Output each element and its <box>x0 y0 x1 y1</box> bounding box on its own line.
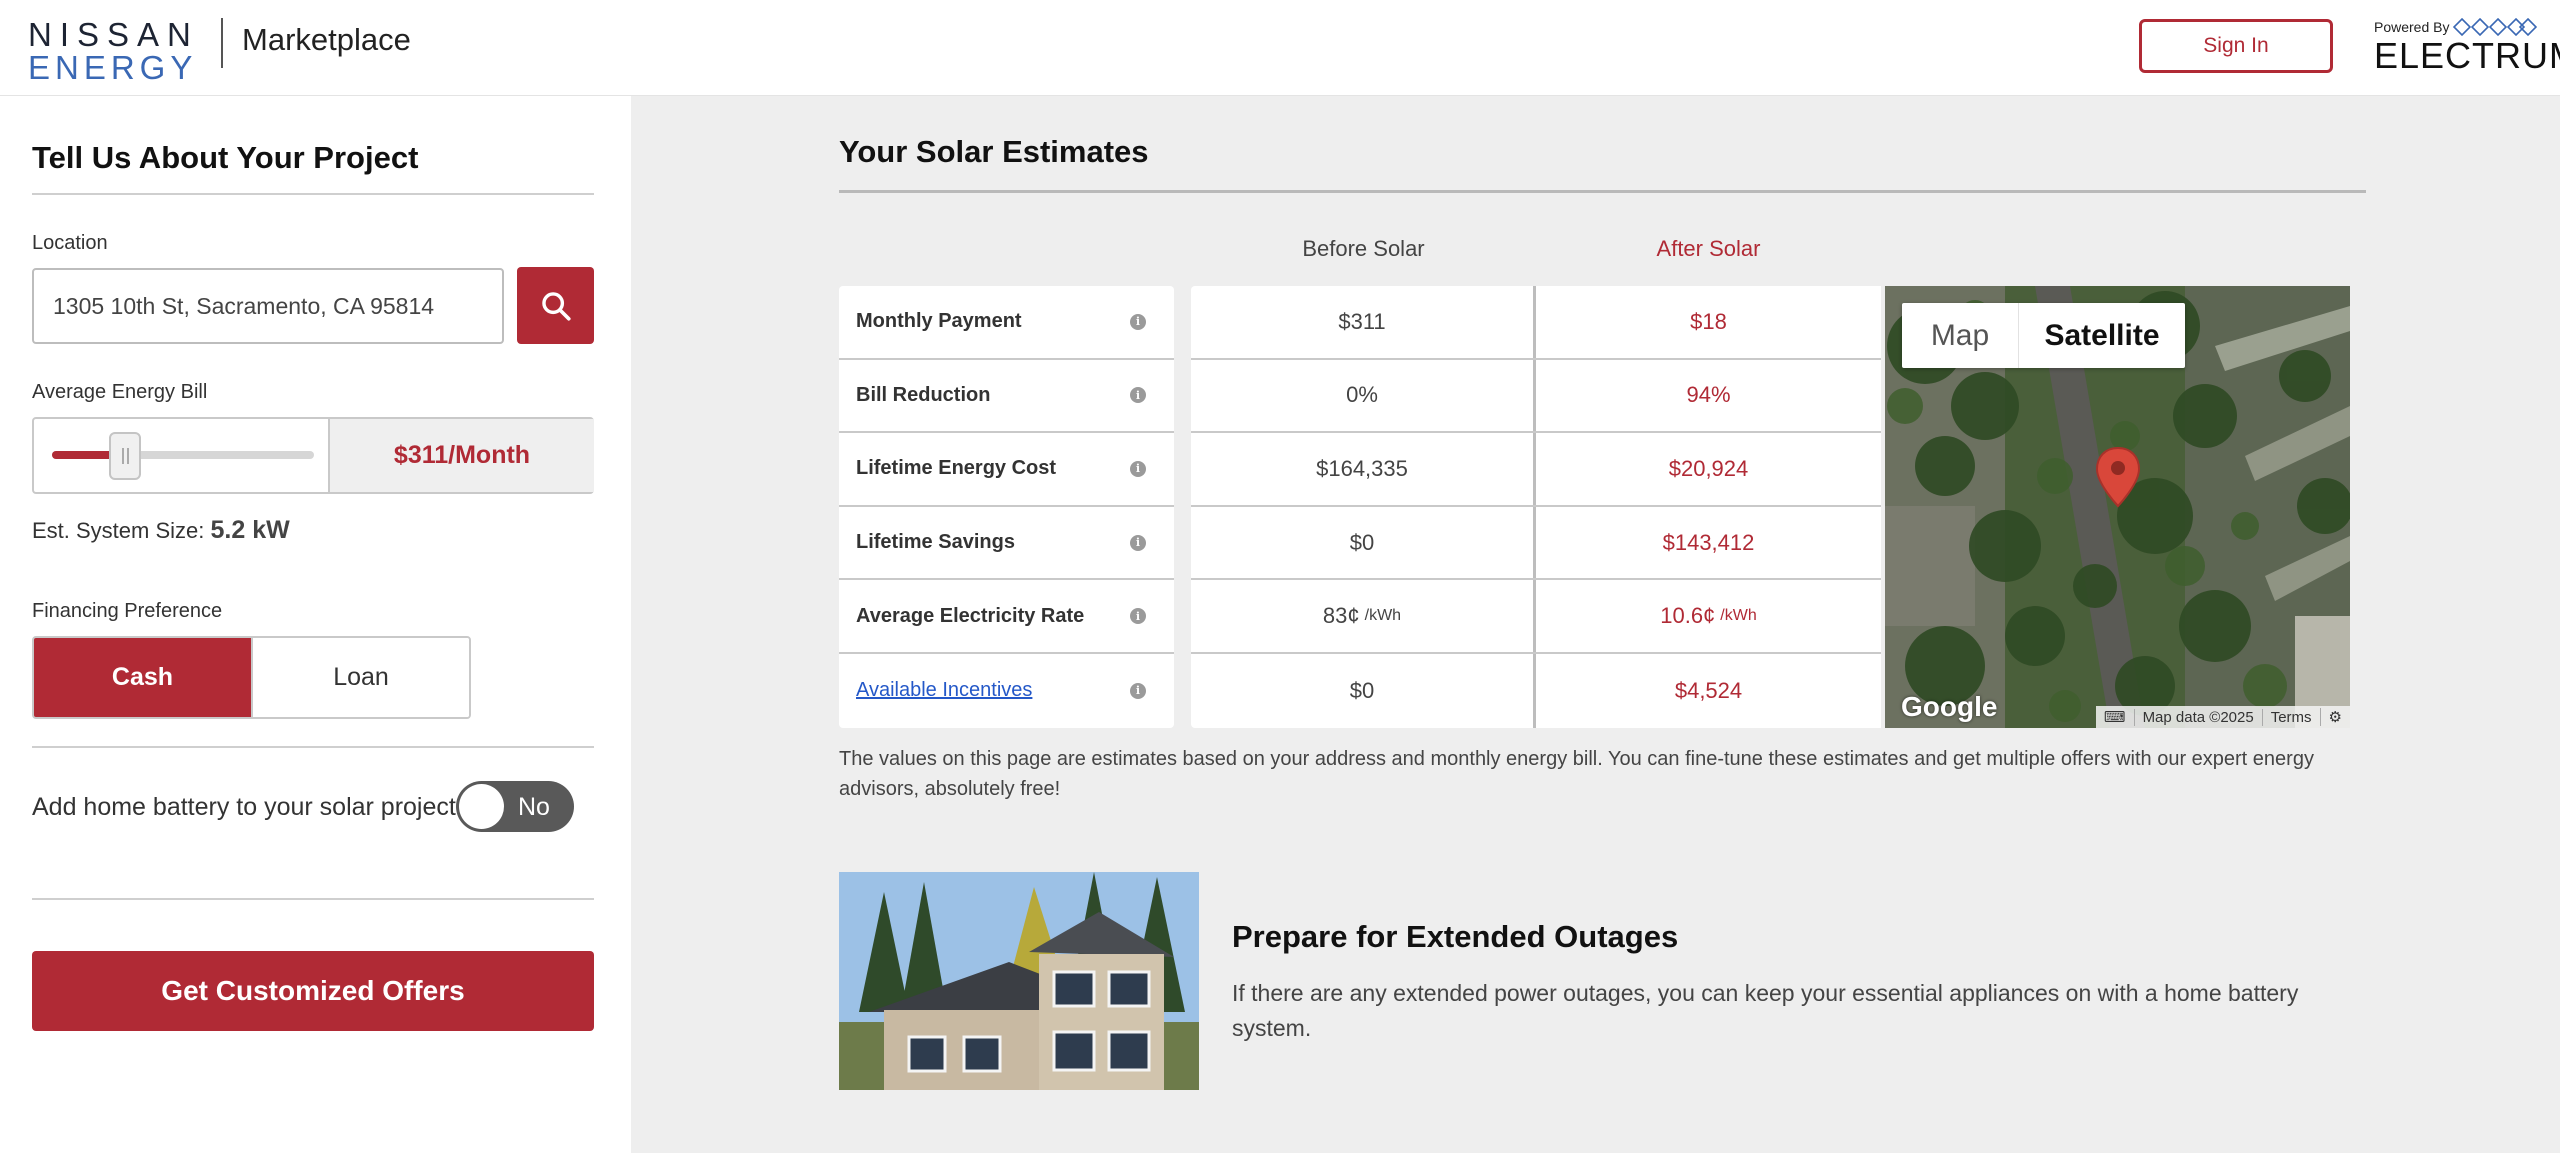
top-header: NISSAN ENERGY Marketplace Sign In Powere… <box>0 0 2560 96</box>
map-type-satellite-button[interactable]: Satellite <box>2019 303 2185 368</box>
available-incentives-link[interactable]: Available Incentives <box>856 679 1032 702</box>
battery-divider <box>32 898 594 900</box>
search-button[interactable] <box>517 267 594 344</box>
financing-toggle-group: Cash Loan <box>32 636 471 719</box>
after-electricity-rate: 10.6¢/kWh <box>1660 603 1757 629</box>
row-label-lifetime-savings: Lifetime Savings i <box>839 507 1174 581</box>
energy-bill-slider-box: $311/Month <box>32 417 594 494</box>
before-bill-reduction: 0% <box>1191 359 1536 432</box>
row-label-available-incentives: Available Incentives i <box>839 654 1174 728</box>
info-icon[interactable]: i <box>1130 682 1146 699</box>
energy-bill-slider-track[interactable] <box>52 432 314 480</box>
before-lifetime-savings: $0 <box>1191 506 1536 579</box>
title-divider <box>32 193 594 195</box>
before-lifetime-energy-cost: $164,335 <box>1191 433 1536 505</box>
search-icon <box>541 291 571 321</box>
logo-divider <box>221 18 223 68</box>
electrum-logo-text: ELECTRUM <box>2374 35 2560 76</box>
before-monthly-payment: $311 <box>1191 286 1536 358</box>
battery-toggle-label: No <box>518 793 550 821</box>
system-size: Est. System Size: 5.2 kW <box>32 516 290 545</box>
map-type-control: Map Satellite <box>1902 303 2185 368</box>
table-row: 83¢/kWh 10.6¢/kWh <box>1191 580 1881 654</box>
report-error-icon[interactable]: ⚙ <box>2319 708 2350 726</box>
map-terms-link[interactable]: Terms <box>2261 708 2320 726</box>
after-lifetime-energy-cost: $20,924 <box>1668 455 1749 481</box>
info-icon[interactable]: i <box>1130 460 1146 477</box>
get-customized-offers-button[interactable]: Get Customized Offers <box>32 951 594 1031</box>
map-pin-icon[interactable] <box>2095 446 2141 508</box>
before-solar-header: Before Solar <box>1302 236 1425 261</box>
table-row: $0 $143,412 <box>1191 506 1881 581</box>
energy-bill-label: Average Energy Bill <box>32 381 208 403</box>
logo-energy-text: ENERGY <box>28 49 198 86</box>
location-label: Location <box>32 232 108 254</box>
after-lifetime-savings: $143,412 <box>1662 529 1755 555</box>
solar-estimates-panel: Your Solar Estimates Before Solar After … <box>631 96 2560 1153</box>
powered-by-text: Powered By <box>2374 19 2450 35</box>
promo-text: If there are any extended power outages,… <box>1232 980 2299 1041</box>
energy-bill-value: $311/Month <box>328 419 594 492</box>
powered-by-electrum[interactable]: Powered By ELECTRUM <box>2374 18 2560 76</box>
nissan-energy-logo[interactable]: NISSAN ENERGY <box>28 16 203 84</box>
promo-title: Prepare for Extended Outages <box>1232 919 1679 954</box>
system-size-value: 5.2 kW <box>210 516 290 544</box>
house-photo <box>839 872 1199 1090</box>
estimates-disclaimer: The values on this page are estimates ba… <box>839 748 2314 800</box>
financing-loan-button[interactable]: Loan <box>251 638 469 717</box>
map-data-text: Map data ©2025 <box>2133 708 2262 726</box>
system-size-label: Est. System Size: <box>32 518 205 543</box>
after-incentives: $4,524 <box>1674 677 1743 703</box>
map-type-map-button[interactable]: Map <box>1902 303 2019 368</box>
table-row: $0 $4,524 <box>1191 653 1881 728</box>
table-row: 0% 94% <box>1191 359 1881 434</box>
satellite-map[interactable]: Map Satellite Google ⌨ Map data ©2025 Te… <box>1885 286 2350 728</box>
battery-question: Add home battery to your solar project? <box>32 793 470 821</box>
google-logo: Google <box>1901 691 1998 722</box>
row-label-average-electricity-rate: Average Electricity Rate i <box>839 580 1174 654</box>
logo-nissan-text: NISSAN <box>28 16 199 53</box>
battery-toggle-knob <box>459 784 504 829</box>
keyboard-shortcuts-icon[interactable]: ⌨ <box>2096 708 2134 726</box>
map-attribution: ⌨ Map data ©2025 Terms ⚙ <box>2095 706 2350 728</box>
info-icon[interactable]: i <box>1130 387 1146 404</box>
row-label-lifetime-energy-cost: Lifetime Energy Cost i <box>839 433 1174 507</box>
energy-bill-slider-handle[interactable] <box>109 432 142 480</box>
estimate-labels-card: Monthly Payment i Bill Reduction i Lifet… <box>839 286 1174 728</box>
estimates-title: Your Solar Estimates <box>839 134 1149 169</box>
estimates-divider <box>839 190 2366 193</box>
info-icon[interactable]: i <box>1130 313 1146 330</box>
estimate-values-card: $311 $18 0% 94% $164,335 $20,924 $0 $143… <box>1191 286 1881 728</box>
row-label-monthly-payment: Monthly Payment i <box>839 286 1174 360</box>
before-electricity-rate: 83¢/kWh <box>1191 580 1536 652</box>
after-bill-reduction: 94% <box>1686 382 1731 408</box>
house-illustration <box>839 872 1199 1090</box>
financing-cash-button[interactable]: Cash <box>34 638 251 717</box>
row-label-bill-reduction: Bill Reduction i <box>839 360 1174 434</box>
before-incentives: $0 <box>1191 653 1536 728</box>
financing-label: Financing Preference <box>32 600 223 622</box>
electrum-diamonds-icon <box>2453 18 2538 36</box>
after-monthly-payment: $18 <box>1690 308 1727 334</box>
info-icon[interactable]: i <box>1130 608 1146 625</box>
project-form-title: Tell Us About Your Project <box>32 140 419 175</box>
sign-in-button[interactable]: Sign In <box>2139 19 2333 73</box>
marketplace-label: Marketplace <box>242 22 411 57</box>
project-form-panel: Tell Us About Your Project Location Aver… <box>0 96 631 1153</box>
battery-toggle[interactable]: No <box>456 781 574 832</box>
table-row: $164,335 $20,924 <box>1191 433 1881 507</box>
after-solar-header: After Solar <box>1656 236 1761 261</box>
info-icon[interactable]: i <box>1130 534 1146 551</box>
table-row: $311 $18 <box>1191 286 1881 360</box>
financing-divider <box>32 746 594 748</box>
location-input[interactable] <box>32 268 504 344</box>
